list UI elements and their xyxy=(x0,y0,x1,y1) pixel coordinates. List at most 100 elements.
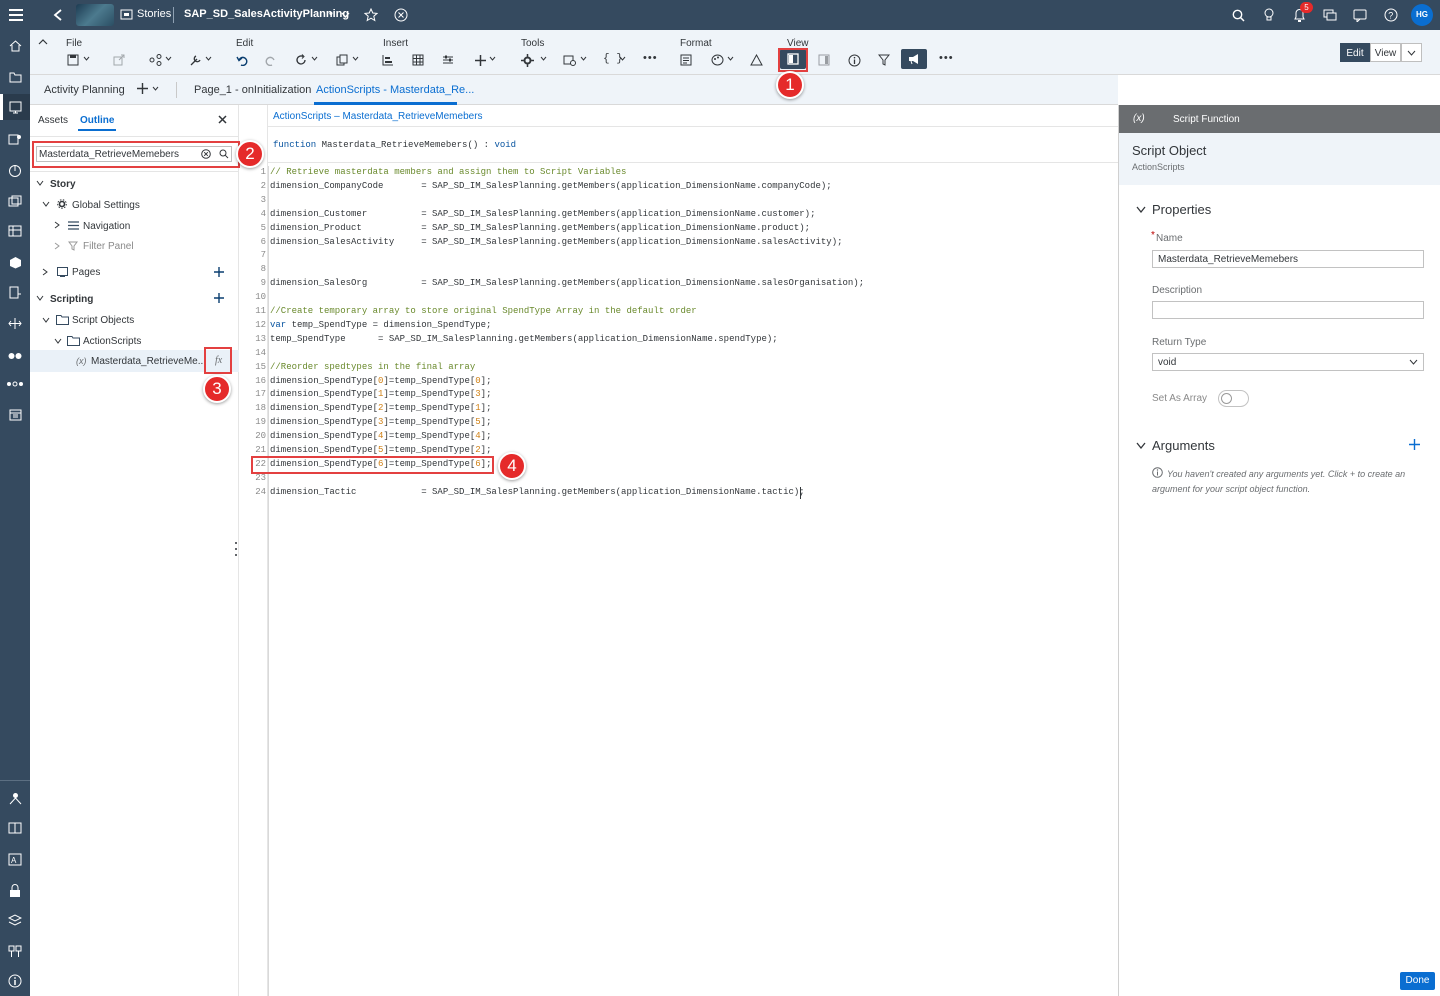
settings-icon[interactable] xyxy=(518,53,536,67)
menu-icon[interactable] xyxy=(8,7,24,23)
code-line[interactable]: dimension_CompanyCode = SAP_SD_IM_SalesP… xyxy=(270,181,832,191)
collapsed-caret-icon[interactable] xyxy=(42,268,50,276)
code-line[interactable]: dimension_SalesActivity = SAP_SD_IM_Sale… xyxy=(270,237,843,247)
chevron-down-icon[interactable] xyxy=(337,7,353,23)
cube-icon[interactable] xyxy=(7,254,23,270)
add-script-icon[interactable] xyxy=(214,293,224,303)
refresh-icon[interactable] xyxy=(292,53,310,67)
expand-caret-icon[interactable] xyxy=(1136,206,1146,213)
tree-story[interactable]: Story xyxy=(50,179,76,190)
connections-icon[interactable] xyxy=(7,315,23,331)
calendar-icon[interactable] xyxy=(7,406,23,422)
chevron-down-icon[interactable] xyxy=(311,56,318,61)
binoculars-icon[interactable] xyxy=(7,346,23,362)
tree-filter-panel[interactable]: Filter Panel xyxy=(83,241,134,252)
expand-caret-icon[interactable] xyxy=(42,317,50,325)
help-icon[interactable]: ? xyxy=(1383,7,1399,23)
add-argument-icon[interactable] xyxy=(1409,439,1420,450)
tab-outline[interactable]: Outline xyxy=(80,115,114,126)
chevron-down-icon[interactable] xyxy=(619,56,626,61)
expand-caret-icon[interactable] xyxy=(36,295,44,303)
tree-global-settings[interactable]: Global Settings xyxy=(72,200,140,211)
info-icon[interactable] xyxy=(7,973,23,989)
table-icon[interactable] xyxy=(409,53,427,67)
deployment-icon[interactable] xyxy=(7,912,23,928)
tools-wrench-icon[interactable] xyxy=(186,53,204,67)
export-icon[interactable] xyxy=(110,53,128,67)
collapse-toolbar-icon[interactable] xyxy=(38,38,48,46)
add-page-icon[interactable] xyxy=(137,83,148,94)
filter-icon[interactable] xyxy=(875,53,893,67)
code-line[interactable]: dimension_SpendType[0]=temp_SpendType[0]… xyxy=(270,376,491,386)
collapsed-caret-icon[interactable] xyxy=(54,221,62,229)
system-icon[interactable] xyxy=(7,943,23,959)
chart-icon[interactable] xyxy=(379,53,397,67)
code-line[interactable]: dimension_SpendType[4]=temp_SpendType[4]… xyxy=(270,431,491,441)
code-line[interactable]: dimension_SalesOrg = SAP_SD_IM_SalesPlan… xyxy=(270,278,864,288)
properties-header[interactable]: Properties xyxy=(1152,202,1211,217)
user-avatar[interactable]: HG xyxy=(1411,4,1433,26)
mode-dropdown[interactable] xyxy=(1401,43,1422,62)
feedback-icon[interactable] xyxy=(1352,7,1368,23)
code-line[interactable]: dimension_SpendType[3]=temp_SpendType[5]… xyxy=(270,417,491,427)
palette-icon[interactable] xyxy=(708,53,726,67)
description-field[interactable] xyxy=(1152,301,1424,319)
code-line[interactable]: //Reorder spedtypes in the final array xyxy=(270,362,475,372)
datasets-icon[interactable] xyxy=(7,193,23,209)
tree-actionscripts[interactable]: ActionScripts xyxy=(83,336,141,347)
resize-handle[interactable] xyxy=(235,542,238,556)
data-analyzer-icon[interactable] xyxy=(560,53,578,67)
data-action-icon[interactable] xyxy=(7,284,23,300)
info-icon[interactable] xyxy=(845,53,863,67)
close-story-icon[interactable] xyxy=(393,7,409,23)
add-icon[interactable] xyxy=(471,53,489,67)
edit-mode-button[interactable]: Edit xyxy=(1340,43,1370,62)
view-mode-button[interactable]: View xyxy=(1370,43,1401,62)
chevron-down-icon[interactable] xyxy=(152,86,159,91)
code-line[interactable]: dimension_SpendType[5]=temp_SpendType[2]… xyxy=(270,445,491,455)
code-line[interactable]: //Create temporary array to store origin… xyxy=(270,306,697,316)
code-line[interactable]: dimension_SpendType[2]=temp_SpendType[1]… xyxy=(270,403,491,413)
home-icon[interactable] xyxy=(7,38,23,54)
files-icon[interactable] xyxy=(7,69,23,85)
arguments-header[interactable]: Arguments xyxy=(1152,438,1215,453)
expand-caret-icon[interactable] xyxy=(54,338,62,346)
styling-icon[interactable] xyxy=(677,53,695,67)
chat-icon[interactable] xyxy=(1322,7,1338,23)
chevron-down-icon[interactable] xyxy=(580,56,587,61)
catalog-icon[interactable] xyxy=(7,820,23,836)
chevron-down-icon[interactable] xyxy=(352,56,359,61)
more-options-icon[interactable]: ••• xyxy=(939,52,954,64)
copy-icon[interactable] xyxy=(333,53,351,67)
megaphone-icon[interactable] xyxy=(905,52,923,66)
code-line[interactable]: dimension_SpendType[1]=temp_SpendType[3]… xyxy=(270,389,491,399)
digital-boardroom-icon[interactable] xyxy=(7,162,23,178)
stories-nav-icon[interactable] xyxy=(7,99,23,115)
expand-caret-icon[interactable] xyxy=(1136,442,1146,449)
input-control-icon[interactable] xyxy=(439,53,457,67)
code-line[interactable]: var temp_SpendType = dimension_SpendType… xyxy=(270,320,491,330)
tree-function-masterdata[interactable]: Masterdata_RetrieveMe... xyxy=(91,356,206,367)
search-icon[interactable] xyxy=(1230,7,1246,23)
chevron-down-icon[interactable] xyxy=(540,56,547,61)
chevron-down-icon[interactable] xyxy=(83,56,90,61)
tab-assets[interactable]: Assets xyxy=(38,115,68,126)
tree-navigation[interactable]: Navigation xyxy=(83,221,130,232)
story-title[interactable]: SAP_SD_SalesActivityPlanning xyxy=(184,8,349,20)
save-icon[interactable] xyxy=(64,53,82,67)
return-type-select[interactable]: void xyxy=(1152,353,1424,371)
panel-right-icon[interactable] xyxy=(815,53,833,67)
tab-activity-planning[interactable]: Activity Planning xyxy=(44,84,125,96)
code-line[interactable]: dimension_Customer = SAP_SD_IM_SalesPlan… xyxy=(270,209,816,219)
chevron-down-icon[interactable] xyxy=(727,56,734,61)
tab-actionscripts[interactable]: ActionScripts - Masterdata_Re... xyxy=(316,84,474,96)
close-icon[interactable] xyxy=(218,115,227,124)
favorite-star-icon[interactable] xyxy=(363,7,379,23)
lock-icon[interactable] xyxy=(7,882,23,898)
collapsed-caret-icon[interactable] xyxy=(54,242,62,250)
share-icon[interactable] xyxy=(146,53,164,67)
modeler-icon[interactable] xyxy=(7,223,23,239)
format-painter-icon[interactable] xyxy=(747,53,765,67)
tree-script-objects[interactable]: Script Objects xyxy=(72,315,134,326)
security-icon[interactable] xyxy=(7,790,23,806)
